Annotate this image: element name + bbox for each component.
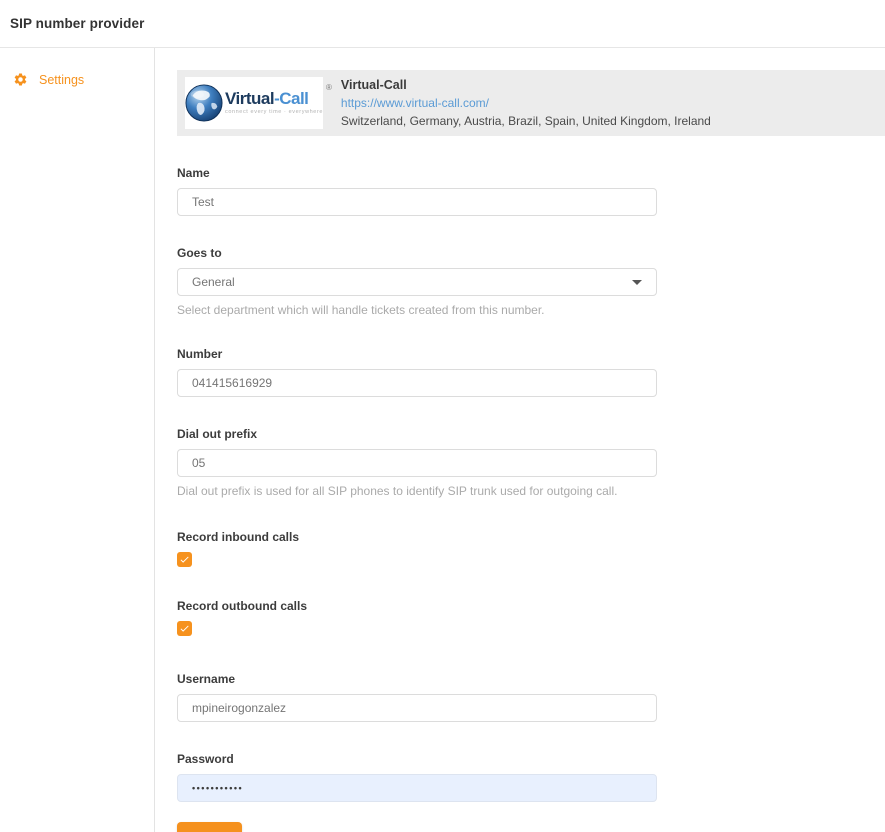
provider-card: Virtual-Call connect every time · everyw… xyxy=(177,70,885,136)
record-outbound-label: Record outbound calls xyxy=(177,599,657,613)
record-outbound-checkbox[interactable] xyxy=(177,621,192,636)
page-header: SIP number provider xyxy=(0,0,885,48)
add-button[interactable]: ADD xyxy=(177,822,242,832)
gear-icon xyxy=(13,72,28,87)
goes-to-label: Goes to xyxy=(177,246,657,260)
check-icon xyxy=(179,554,190,565)
sidebar-item-label: Settings xyxy=(39,73,84,87)
record-inbound-label: Record inbound calls xyxy=(177,530,657,544)
sidebar: Settings xyxy=(0,48,155,832)
goes-to-selected-value: General xyxy=(192,275,235,289)
number-label: Number xyxy=(177,347,657,361)
number-field-group: Number xyxy=(177,347,657,397)
virtual-call-logo: Virtual-Call connect every time · everyw… xyxy=(185,77,323,129)
main-content: Virtual-Call connect every time · everyw… xyxy=(155,48,885,832)
password-field-group: Password xyxy=(177,752,657,802)
dial-out-prefix-field-group: Dial out prefix Dial out prefix is used … xyxy=(177,427,657,498)
registered-trademark-mark: ® xyxy=(326,83,332,92)
provider-countries: Switzerland, Germany, Austria, Brazil, S… xyxy=(341,114,711,128)
logo-wordmark: Virtual-Call xyxy=(225,90,323,107)
password-input[interactable] xyxy=(177,774,657,802)
provider-url-link[interactable]: https://www.virtual-call.com/ xyxy=(341,96,711,110)
dial-out-prefix-input[interactable] xyxy=(177,449,657,477)
goes-to-helper-text: Select department which will handle tick… xyxy=(177,303,657,317)
password-label: Password xyxy=(177,752,657,766)
dial-out-prefix-label: Dial out prefix xyxy=(177,427,657,441)
name-input[interactable] xyxy=(177,188,657,216)
sip-provider-form: Name Goes to General Select department w… xyxy=(177,166,657,832)
username-field-group: Username xyxy=(177,672,657,722)
provider-title: Virtual-Call xyxy=(341,78,711,92)
logo-tagline: connect every time · everywhere xyxy=(225,110,323,116)
record-outbound-group: Record outbound calls xyxy=(177,599,657,636)
username-input[interactable] xyxy=(177,694,657,722)
name-label: Name xyxy=(177,166,657,180)
page-title: SIP number provider xyxy=(10,16,144,31)
number-input[interactable] xyxy=(177,369,657,397)
chevron-down-icon xyxy=(632,280,642,285)
globe-icon xyxy=(185,84,223,122)
goes-to-select[interactable]: General xyxy=(177,268,657,296)
record-inbound-group: Record inbound calls xyxy=(177,530,657,567)
dial-out-prefix-helper-text: Dial out prefix is used for all SIP phon… xyxy=(177,484,657,498)
check-icon xyxy=(179,623,190,634)
goes-to-field-group: Goes to General Select department which … xyxy=(177,246,657,317)
sidebar-item-settings[interactable]: Settings xyxy=(0,68,154,91)
record-inbound-checkbox[interactable] xyxy=(177,552,192,567)
name-field-group: Name xyxy=(177,166,657,216)
username-label: Username xyxy=(177,672,657,686)
